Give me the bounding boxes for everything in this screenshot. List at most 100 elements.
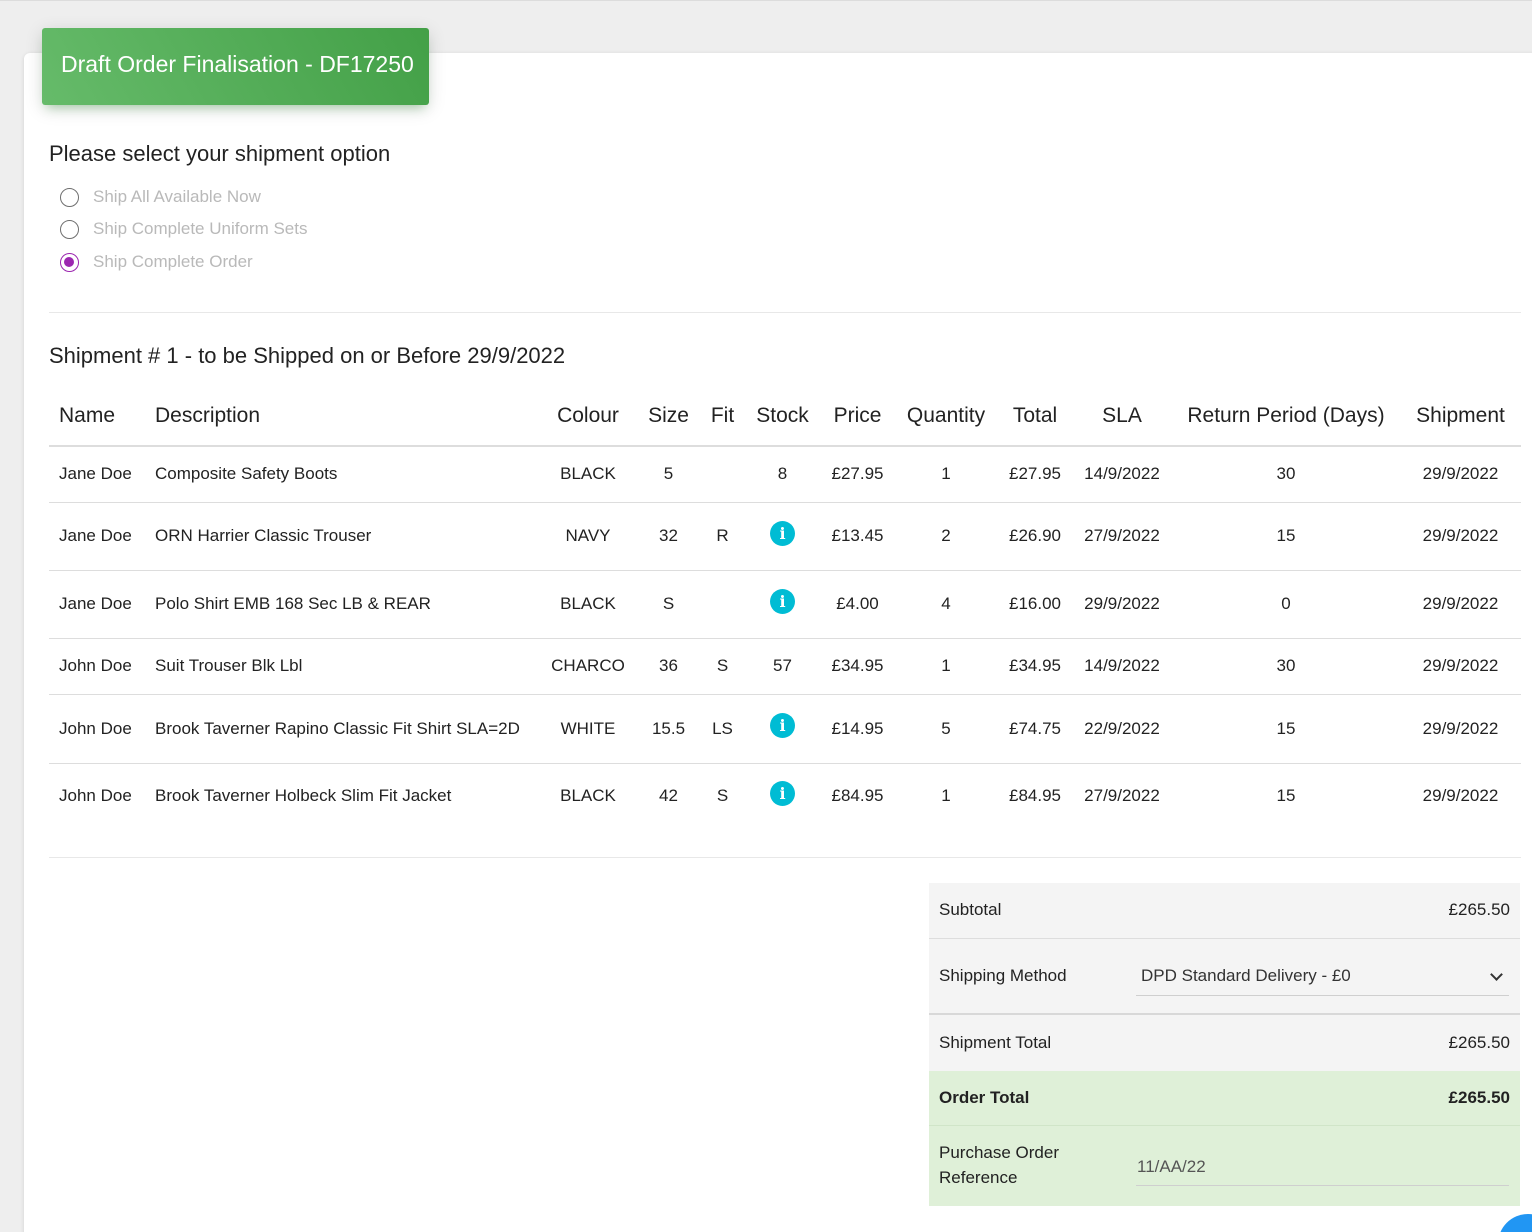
order-total-label: Order Total bbox=[939, 1088, 1030, 1107]
col-header-total: Total bbox=[998, 387, 1072, 447]
shipment-total-label: Shipment Total bbox=[939, 1033, 1052, 1052]
col-header-colour: Colour bbox=[540, 387, 636, 447]
radio-unchecked-icon[interactable] bbox=[60, 187, 79, 207]
cell-quantity: 1 bbox=[894, 638, 998, 695]
cell-description: Composite Safety Boots bbox=[145, 446, 540, 503]
shipping-method-selected-value: DPD Standard Delivery - £0 bbox=[1141, 966, 1351, 985]
radio-label: Ship Complete Uniform Sets bbox=[93, 219, 308, 238]
radio-label: Ship Complete Order bbox=[93, 252, 253, 271]
radio-ship-all-available[interactable]: Ship All Available Now bbox=[60, 185, 261, 209]
cell-sla: 14/9/2022 bbox=[1072, 446, 1172, 503]
order-total-row: Order Total £265.50 bbox=[929, 1071, 1520, 1126]
cell-size: 42 bbox=[659, 786, 678, 806]
cell-shipment: 29/9/2022 bbox=[1400, 570, 1521, 639]
cell-colour: BLACK bbox=[540, 570, 636, 639]
cell-description: Suit Trouser Blk Lbl bbox=[145, 638, 540, 695]
chevron-down-icon bbox=[1490, 968, 1503, 981]
radio-label: Ship All Available Now bbox=[93, 187, 261, 206]
cell-price: £84.95 bbox=[831, 786, 884, 806]
shipment-option-title: Please select your shipment option bbox=[49, 141, 391, 166]
table-row: Jane Doe Composite Safety Boots BLACK 5 … bbox=[49, 446, 1521, 503]
info-icon[interactable]: i bbox=[770, 588, 795, 614]
cell-quantity: 4 bbox=[894, 570, 998, 639]
shipment-total-row: Shipment Total £265.50 bbox=[929, 1015, 1520, 1071]
top-divider bbox=[0, 0, 1532, 1]
cell-stock: 57 bbox=[744, 638, 821, 695]
cell-return-period: 15 bbox=[1172, 502, 1400, 571]
col-header-description: Description bbox=[145, 387, 540, 447]
cell-size: 15.5 bbox=[636, 694, 701, 764]
cell-size: 32 bbox=[636, 502, 701, 571]
table-row: Jane Doe ORN Harrier Classic Trouser NAV… bbox=[49, 502, 1521, 571]
shipment-total-value: £265.50 bbox=[1448, 1033, 1510, 1052]
cell-return-period: 30 bbox=[1172, 446, 1400, 503]
cell-name: John Doe bbox=[59, 786, 132, 806]
cell-return-period: 30 bbox=[1172, 638, 1400, 695]
shipping-method-select[interactable]: DPD Standard Delivery - £0 bbox=[1136, 956, 1509, 996]
cell-stock: i bbox=[744, 502, 821, 571]
cell-sla: 22/9/2022 bbox=[1072, 694, 1172, 764]
cell-name: Jane Doe bbox=[49, 502, 145, 571]
cell-return-period: 0 bbox=[1172, 570, 1400, 639]
cell-sla: 29/9/2022 bbox=[1072, 570, 1172, 639]
cell-total: £27.95 bbox=[998, 446, 1072, 503]
cell-return-period: 15 bbox=[1276, 786, 1296, 806]
table-bottom-divider bbox=[49, 857, 1521, 858]
po-reference-input[interactable]: 11/AA/22 bbox=[1136, 1148, 1509, 1186]
cell-quantity: 1 bbox=[894, 446, 998, 503]
cell-shipment: 29/9/2022 bbox=[1400, 694, 1521, 764]
cell-total: £84.95 bbox=[1009, 786, 1061, 806]
cell-total: £74.75 bbox=[998, 694, 1072, 764]
info-icon[interactable]: i bbox=[770, 520, 795, 546]
po-reference-row: Purchase Order Reference 11/AA/22 bbox=[929, 1126, 1520, 1206]
table-header-row: Name Description Colour Size Fit Stock P… bbox=[49, 387, 1521, 447]
radio-checked-icon[interactable] bbox=[60, 252, 79, 272]
cell-shipment: 29/9/2022 bbox=[1400, 638, 1521, 695]
col-header-size: Size bbox=[636, 387, 701, 447]
cell-name: Jane Doe bbox=[49, 570, 145, 639]
cell-price: £13.45 bbox=[821, 502, 894, 571]
cell-colour: WHITE bbox=[540, 694, 636, 764]
cell-fit: S bbox=[701, 638, 744, 695]
order-total-value: £265.50 bbox=[1448, 1088, 1510, 1107]
table-row: Jane Doe Polo Shirt EMB 168 Sec LB & REA… bbox=[49, 570, 1521, 639]
cell-description: Polo Shirt EMB 168 Sec LB & REAR bbox=[145, 570, 540, 639]
table-row: John Doe Brook Taverner Rapino Classic F… bbox=[49, 694, 1521, 764]
col-header-price: Price bbox=[821, 387, 894, 447]
col-header-return-period: Return Period (Days) bbox=[1172, 387, 1400, 447]
subtotal-label: Subtotal bbox=[939, 900, 1002, 919]
cell-sla: 27/9/2022 bbox=[1084, 786, 1160, 806]
cell-quantity: 2 bbox=[894, 502, 998, 571]
col-header-quantity: Quantity bbox=[894, 387, 998, 447]
section-divider bbox=[49, 312, 1521, 313]
info-icon[interactable]: i bbox=[770, 713, 795, 738]
order-summary: Subtotal £265.50 Shipping Method DPD Sta… bbox=[929, 883, 1520, 1206]
cell-price: £34.95 bbox=[821, 638, 894, 695]
radio-unchecked-icon[interactable] bbox=[60, 219, 79, 239]
cell-shipment: 29/9/2022 bbox=[1400, 502, 1521, 571]
cell-fit: LS bbox=[701, 694, 744, 764]
info-icon[interactable]: i bbox=[770, 780, 795, 806]
cell-size: S bbox=[636, 570, 701, 639]
cell-quantity: 5 bbox=[894, 694, 998, 764]
page-title: Draft Order Finalisation - DF17250 bbox=[61, 51, 414, 77]
cell-fit: R bbox=[701, 502, 744, 571]
po-reference-value: 11/AA/22 bbox=[1137, 1157, 1206, 1176]
cell-size: 5 bbox=[636, 446, 701, 503]
po-reference-label: Purchase Order Reference bbox=[939, 1143, 1059, 1187]
cell-name: Jane Doe bbox=[49, 446, 145, 503]
radio-ship-complete-order[interactable]: Ship Complete Order bbox=[60, 250, 253, 274]
cell-price: £14.95 bbox=[821, 694, 894, 764]
cell-description: Brook Taverner Holbeck Slim Fit Jacket bbox=[155, 786, 452, 806]
cell-quantity: 1 bbox=[941, 786, 951, 806]
shipment-title: Shipment # 1 - to be Shipped on or Befor… bbox=[49, 343, 566, 368]
cell-colour: CHARCO bbox=[540, 638, 636, 695]
cell-shipment: 29/9/2022 bbox=[1400, 446, 1521, 503]
radio-ship-complete-uniform-sets[interactable]: Ship Complete Uniform Sets bbox=[60, 217, 307, 241]
col-header-shipment: Shipment bbox=[1400, 387, 1521, 447]
shipping-method-row: Shipping Method DPD Standard Delivery - … bbox=[929, 939, 1520, 1015]
shipment-items-table: Name Description Colour Size Fit Stock P… bbox=[49, 387, 1521, 829]
table-row: John Doe Brook Taverner Holbeck Slim Fit… bbox=[49, 763, 1521, 829]
cell-colour: BLACK bbox=[540, 446, 636, 503]
cell-name: John Doe bbox=[49, 638, 145, 695]
